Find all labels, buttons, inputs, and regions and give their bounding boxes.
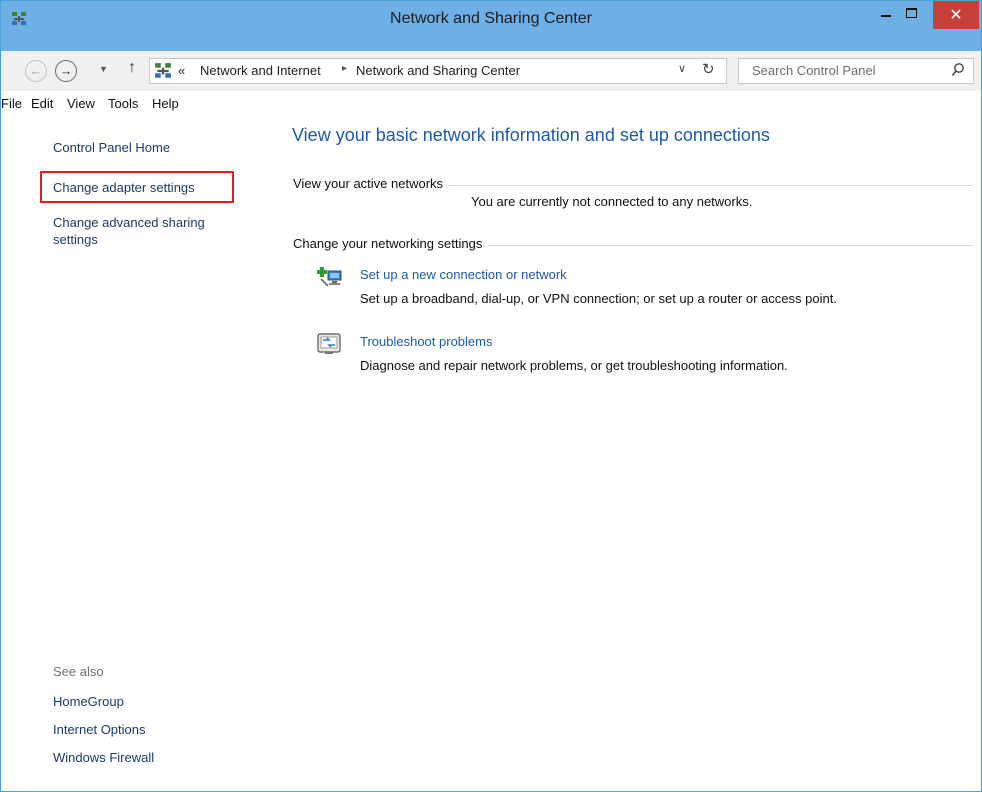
troubleshoot-icon	[317, 333, 341, 354]
network-center-icon	[155, 63, 171, 78]
troubleshoot-problems-link[interactable]: Troubleshoot problems	[360, 334, 492, 349]
internet-options-link[interactable]: Internet Options	[53, 721, 146, 738]
homegroup-link[interactable]: HomeGroup	[53, 693, 124, 710]
address-dropdown-icon[interactable]: ∨	[678, 62, 686, 75]
refresh-icon[interactable]: ↻	[702, 60, 715, 78]
address-bar[interactable]: « Network and Internet ▸ Network and Sha…	[149, 58, 727, 84]
see-also-heading: See also	[53, 664, 104, 679]
control-panel-home-link[interactable]: Control Panel Home	[53, 139, 170, 156]
not-connected-message: You are currently not connected to any n…	[471, 194, 753, 209]
forward-arrow-icon: →	[59, 63, 73, 78]
menu-edit[interactable]: Edit	[31, 96, 53, 111]
minimize-button[interactable]	[873, 1, 899, 29]
window-title: Network and Sharing Center	[390, 10, 592, 27]
menu-bar: File Edit View Tools Help	[1, 91, 981, 113]
menu-view[interactable]: View	[67, 96, 95, 111]
active-networks-heading: View your active networks	[293, 176, 450, 191]
setup-connection-link[interactable]: Set up a new connection or network	[360, 267, 567, 282]
setup-connection-description: Set up a broadband, dial-up, or VPN conn…	[360, 291, 837, 306]
change-adapter-settings-link[interactable]: Change adapter settings	[53, 179, 195, 196]
windows-firewall-link[interactable]: Windows Firewall	[53, 749, 154, 766]
main-content: View your basic network information and …	[263, 113, 981, 791]
forward-button[interactable]: →	[55, 60, 77, 82]
back-button[interactable]: ←	[25, 60, 47, 82]
maximize-button[interactable]	[899, 1, 925, 29]
page-title: View your basic network information and …	[292, 125, 770, 145]
menu-file[interactable]: File	[1, 96, 22, 111]
breadcrumb-overflow-button[interactable]: «	[178, 63, 185, 78]
breadcrumb-network-sharing-center[interactable]: Network and Sharing Center	[356, 63, 520, 78]
menu-tools[interactable]: Tools	[108, 96, 138, 111]
recent-locations-button[interactable]: ▼	[99, 64, 108, 74]
up-arrow-icon: ↑	[128, 59, 136, 76]
change-advanced-sharing-line1: Change advanced sharing	[53, 215, 205, 230]
title-bar[interactable]: Network and Sharing Center ✕	[1, 1, 981, 51]
change-advanced-sharing-link[interactable]: Change advanced sharing settings	[53, 214, 205, 248]
change-advanced-sharing-line2: settings	[53, 232, 98, 247]
networking-settings-heading: Change your networking settings	[293, 236, 489, 251]
menu-help[interactable]: Help	[152, 96, 179, 111]
close-button[interactable]: ✕	[933, 1, 979, 29]
search-icon[interactable]	[951, 62, 965, 78]
search-input[interactable]	[739, 59, 952, 81]
up-button[interactable]: ↑	[128, 59, 136, 77]
left-task-pane: Control Panel Home Change adapter settin…	[1, 113, 263, 791]
navigation-bar: ← → ▼ ↑ « Network and Internet ▸ Network…	[1, 51, 981, 91]
search-box	[738, 58, 974, 84]
troubleshoot-description: Diagnose and repair network problems, or…	[360, 358, 788, 373]
back-arrow-icon: ←	[29, 63, 43, 78]
network-setup-icon	[317, 267, 342, 287]
network-sharing-center-window: Network and Sharing Center ✕ ← → ▼ ↑ « N…	[0, 0, 982, 792]
chevron-down-icon: ▼	[99, 64, 108, 74]
breadcrumb-network-internet[interactable]: Network and Internet	[200, 63, 321, 78]
close-icon: ✕	[949, 7, 963, 24]
breadcrumb-separator-icon[interactable]: ▸	[342, 63, 347, 74]
